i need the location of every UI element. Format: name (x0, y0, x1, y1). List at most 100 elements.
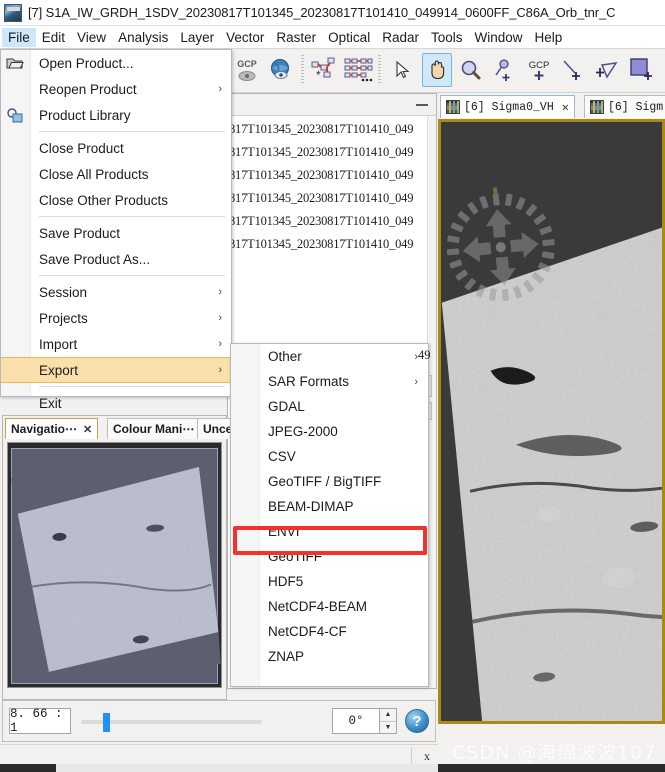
rectangle-drawing-tool-icon[interactable] (626, 53, 656, 87)
menu-item-label: Session (39, 284, 88, 300)
menu-item-label: Projects (39, 310, 88, 326)
export-item-sar-formats[interactable]: SAR Formats › (231, 369, 428, 394)
world-view-icon[interactable] (266, 53, 296, 87)
zoom-ratio-input[interactable]: 8. 66 : 1 (9, 707, 71, 735)
list-item[interactable]: 817T101345_20230817T101410_049 (228, 141, 436, 164)
chevron-down-icon[interactable]: ▼ (380, 722, 396, 734)
gcp-placing-tool-icon[interactable]: GCP (524, 53, 554, 87)
navigation-viewport-frame (11, 448, 221, 684)
menu-item-label: ZNAP (268, 649, 305, 664)
export-item-gdal[interactable]: GDAL (231, 394, 428, 419)
chevron-right-icon: › (218, 312, 222, 324)
list-item[interactable]: 817T101345_20230817T101410_049 (228, 210, 436, 233)
polyline-drawing-tool-icon[interactable] (592, 53, 622, 87)
list-item[interactable]: 817T101345_20230817T101410_049 (228, 233, 436, 256)
tab-label: Navigatio⋯ (11, 422, 78, 436)
export-item-csv[interactable]: CSV (231, 444, 428, 469)
chevron-up-icon[interactable]: ▲ (380, 709, 396, 722)
menu-optical[interactable]: Optical (322, 28, 376, 47)
export-item-envi[interactable]: ENVI (231, 519, 428, 544)
toolbar-separator (301, 55, 304, 85)
export-item-netcdf4-beam[interactable]: NetCDF4-BEAM (231, 594, 428, 619)
menu-item-open-product[interactable]: Open Product... (1, 50, 231, 76)
minimize-icon[interactable] (416, 104, 428, 106)
export-item-netcdf4-cf[interactable]: NetCDF4-CF (231, 619, 428, 644)
close-icon[interactable]: ✕ (83, 423, 92, 436)
menu-tools[interactable]: Tools (425, 28, 469, 47)
list-item[interactable]: 817T101345_20230817T101410_049 (228, 164, 436, 187)
menu-item-close-other-products[interactable]: Close Other Products (1, 187, 231, 213)
sar-image-canvas[interactable] (438, 119, 665, 724)
pan-tool-icon[interactable] (422, 53, 452, 87)
export-item-other[interactable]: Other › (231, 344, 428, 369)
menu-item-label: Exit (39, 395, 62, 411)
menu-item-exit[interactable]: Exit (1, 390, 231, 416)
export-item-jpeg-2000[interactable]: JPEG-2000 (231, 419, 428, 444)
select-tool-icon[interactable] (388, 53, 418, 87)
menu-item-label: Reopen Product (39, 81, 137, 97)
zoom-tool-icon[interactable] (456, 53, 486, 87)
menu-raster[interactable]: Raster (270, 28, 322, 47)
tab-sigma0-vh[interactable]: [6] Sigma0_VH ✕ (440, 95, 575, 118)
tab-navigation[interactable]: Navigatio⋯ ✕ (5, 418, 99, 439)
pin-manager-icon[interactable]: * (309, 53, 339, 87)
menu-bar[interactable]: File Edit View Analysis Layer Vector Ras… (0, 26, 665, 49)
export-submenu[interactable]: Other › SAR Formats › GDAL JPEG-2000 CSV… (230, 343, 429, 687)
menu-help[interactable]: Help (529, 28, 569, 47)
line-drawing-tool-icon[interactable] (558, 53, 588, 87)
menu-separator (39, 386, 225, 387)
menu-item-reopen-product[interactable]: Reopen Product › (1, 76, 231, 102)
slider-thumb[interactable] (103, 713, 110, 732)
rotation-input[interactable]: 0° (332, 708, 380, 734)
menu-window[interactable]: Window (469, 28, 529, 47)
export-item-geotiff-bigtiff[interactable]: GeoTIFF / BigTIFF (231, 469, 428, 494)
menu-item-export[interactable]: Export › (1, 357, 231, 383)
menu-vector[interactable]: Vector (220, 28, 270, 47)
export-item-geotiff[interactable]: GeoTIFF (231, 544, 428, 569)
menu-item-label: BEAM-DIMAP (268, 499, 354, 514)
menu-layer[interactable]: Layer (174, 28, 220, 47)
toolbar-separator (378, 55, 381, 85)
gcp-manager-icon[interactable] (343, 53, 373, 87)
tab-sigma0-vv[interactable]: [6] Sigm (584, 95, 665, 118)
menu-item-session[interactable]: Session › (1, 279, 231, 305)
menu-analysis[interactable]: Analysis (112, 28, 174, 47)
menu-item-close-product[interactable]: Close Product (1, 135, 231, 161)
menu-item-label: Other (268, 349, 302, 364)
gcp-overlay-icon[interactable]: GCP (232, 53, 262, 87)
chevron-right-icon: › (414, 375, 418, 388)
menu-item-label: Export (39, 362, 79, 378)
menu-view[interactable]: View (71, 28, 112, 47)
menu-item-projects[interactable]: Projects › (1, 305, 231, 331)
zoom-slider[interactable] (81, 711, 322, 732)
menu-radar[interactable]: Radar (376, 28, 425, 47)
menu-item-save-product[interactable]: Save Product (1, 220, 231, 246)
rotation-stepper[interactable]: ▲ ▼ (380, 708, 397, 734)
close-icon[interactable]: ✕ (562, 100, 569, 115)
menu-edit[interactable]: Edit (36, 28, 71, 47)
product-list[interactable]: 817T101345_20230817T101410_049 817T10134… (228, 116, 436, 256)
image-view-tabs[interactable]: [6] Sigma0_VH ✕ [6] Sigm (438, 93, 665, 119)
help-button[interactable]: ? (405, 709, 429, 733)
menu-item-save-product-as[interactable]: Save Product As... (1, 246, 231, 272)
list-item[interactable]: 817T101345_20230817T101410_049 (228, 187, 436, 210)
export-item-beam-dimap[interactable]: BEAM-DIMAP (231, 494, 428, 519)
navigation-thumbnail[interactable] (7, 442, 222, 688)
menu-separator (39, 216, 225, 217)
file-dropdown-menu[interactable]: Open Product... Reopen Product › Product… (0, 49, 232, 411)
menu-item-import[interactable]: Import › (1, 331, 231, 357)
tab-label: Unce (203, 422, 233, 436)
pin-placing-tool-icon[interactable] (490, 53, 520, 87)
menu-item-close-all-products[interactable]: Close All Products (1, 161, 231, 187)
export-item-znap[interactable]: ZNAP (231, 644, 428, 669)
list-item[interactable]: 817T101345_20230817T101410_049 (228, 118, 436, 141)
menu-item-label: Open Product... (39, 55, 134, 71)
menu-file[interactable]: File (2, 27, 36, 47)
export-item-hdf5[interactable]: HDF5 (231, 569, 428, 594)
list-item-fragment: 49 (418, 348, 431, 362)
navigation-panel-tabs[interactable]: Navigatio⋯ ✕ Colour Mani⋯ Unce (3, 416, 239, 440)
panel-header (228, 94, 436, 116)
tab-colour-manipulation[interactable]: Colour Mani⋯ (107, 418, 201, 439)
menu-item-product-library[interactable]: Product Library (1, 102, 231, 128)
menu-item-label: Close Product (39, 140, 124, 156)
